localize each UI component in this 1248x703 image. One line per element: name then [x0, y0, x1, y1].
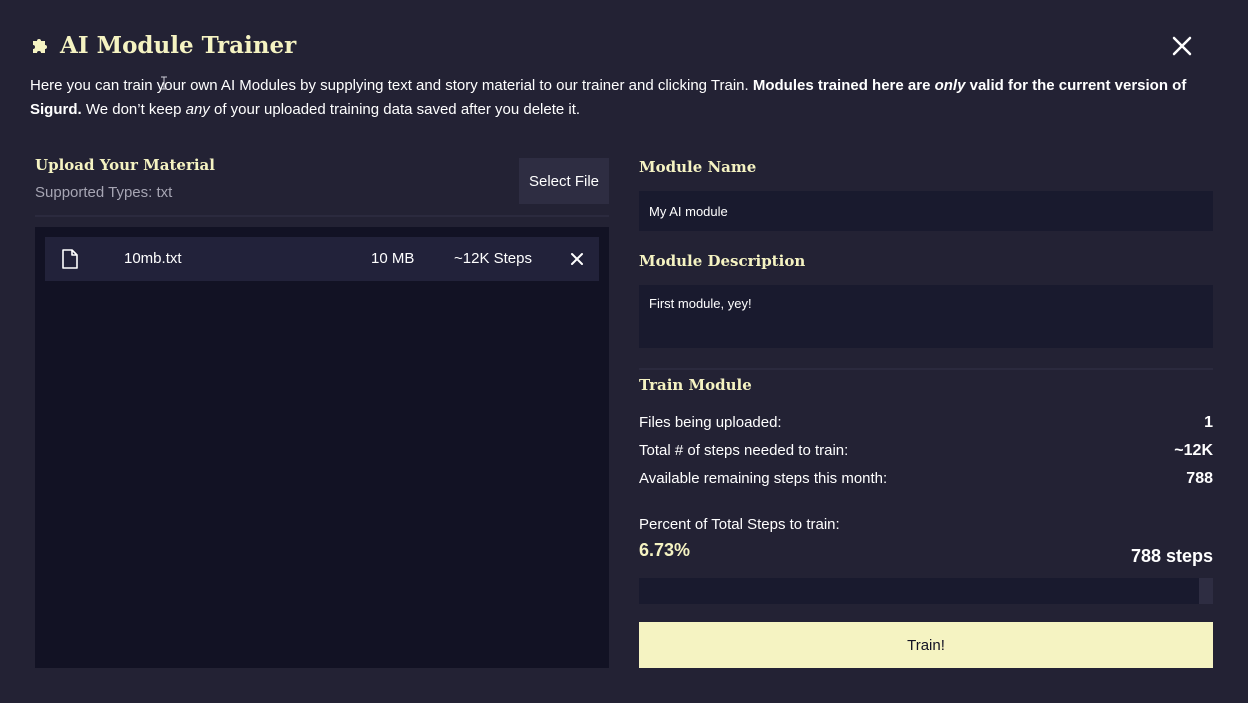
file-size: 10 MB	[371, 250, 415, 267]
remove-file-icon[interactable]	[569, 251, 585, 267]
text-cursor-icon	[161, 76, 167, 90]
upload-header: Upload Your Material Supported Types: tx…	[35, 156, 609, 216]
file-name: 10mb.txt	[124, 250, 182, 267]
intro-description: Here you can train your own AI Modules b…	[30, 74, 1210, 122]
dialog-header: AI Module Trainer	[30, 32, 296, 59]
upload-title: Upload Your Material	[35, 156, 215, 174]
stat-label: Total # of steps needed to train:	[639, 442, 849, 459]
description-text-3: of your uploaded training data saved aft…	[209, 101, 581, 118]
train-progress-bar	[639, 578, 1213, 604]
stat-value: ~12K	[1174, 442, 1213, 459]
description-emphasis: only	[934, 77, 966, 94]
close-icon[interactable]	[1170, 34, 1194, 58]
stat-value: 1	[1204, 414, 1213, 431]
module-description-input[interactable]: First module, yey!	[639, 285, 1213, 348]
stat-label: Available remaining steps this month:	[639, 470, 888, 487]
supported-types: Supported Types: txt	[35, 184, 173, 201]
steps-value: 788 steps	[1130, 546, 1213, 566]
description-text: Here you can train your own AI Modules b…	[30, 77, 753, 94]
file-steps: ~12K Steps	[454, 250, 532, 267]
select-file-button[interactable]: Select File	[519, 158, 609, 204]
file-row: 10mb.txt 10 MB ~12K Steps	[45, 237, 599, 281]
train-module-title: Train Module	[639, 376, 752, 394]
module-name-label: Module Name	[639, 158, 757, 176]
file-icon	[62, 249, 78, 269]
percent-label: Percent of Total Steps to train:	[639, 516, 840, 533]
stat-value: 788	[1186, 470, 1213, 487]
file-list: 10mb.txt 10 MB ~12K Steps	[35, 227, 609, 668]
description-bold-text: Modules trained here are	[752, 77, 935, 94]
module-description-label: Module Description	[639, 252, 806, 270]
progress-fill	[1199, 578, 1213, 604]
divider	[639, 368, 1213, 370]
page-title: AI Module Trainer	[60, 32, 297, 59]
percent-value: 6.73%	[639, 540, 691, 560]
divider	[35, 215, 609, 217]
module-name-input[interactable]	[639, 191, 1213, 231]
train-button[interactable]: Train!	[639, 622, 1213, 668]
puzzle-piece-icon	[33, 38, 47, 53]
stat-label: Files being uploaded:	[639, 414, 782, 431]
description-italic: any	[185, 101, 210, 118]
description-text-2: We don’t keep	[81, 101, 186, 118]
